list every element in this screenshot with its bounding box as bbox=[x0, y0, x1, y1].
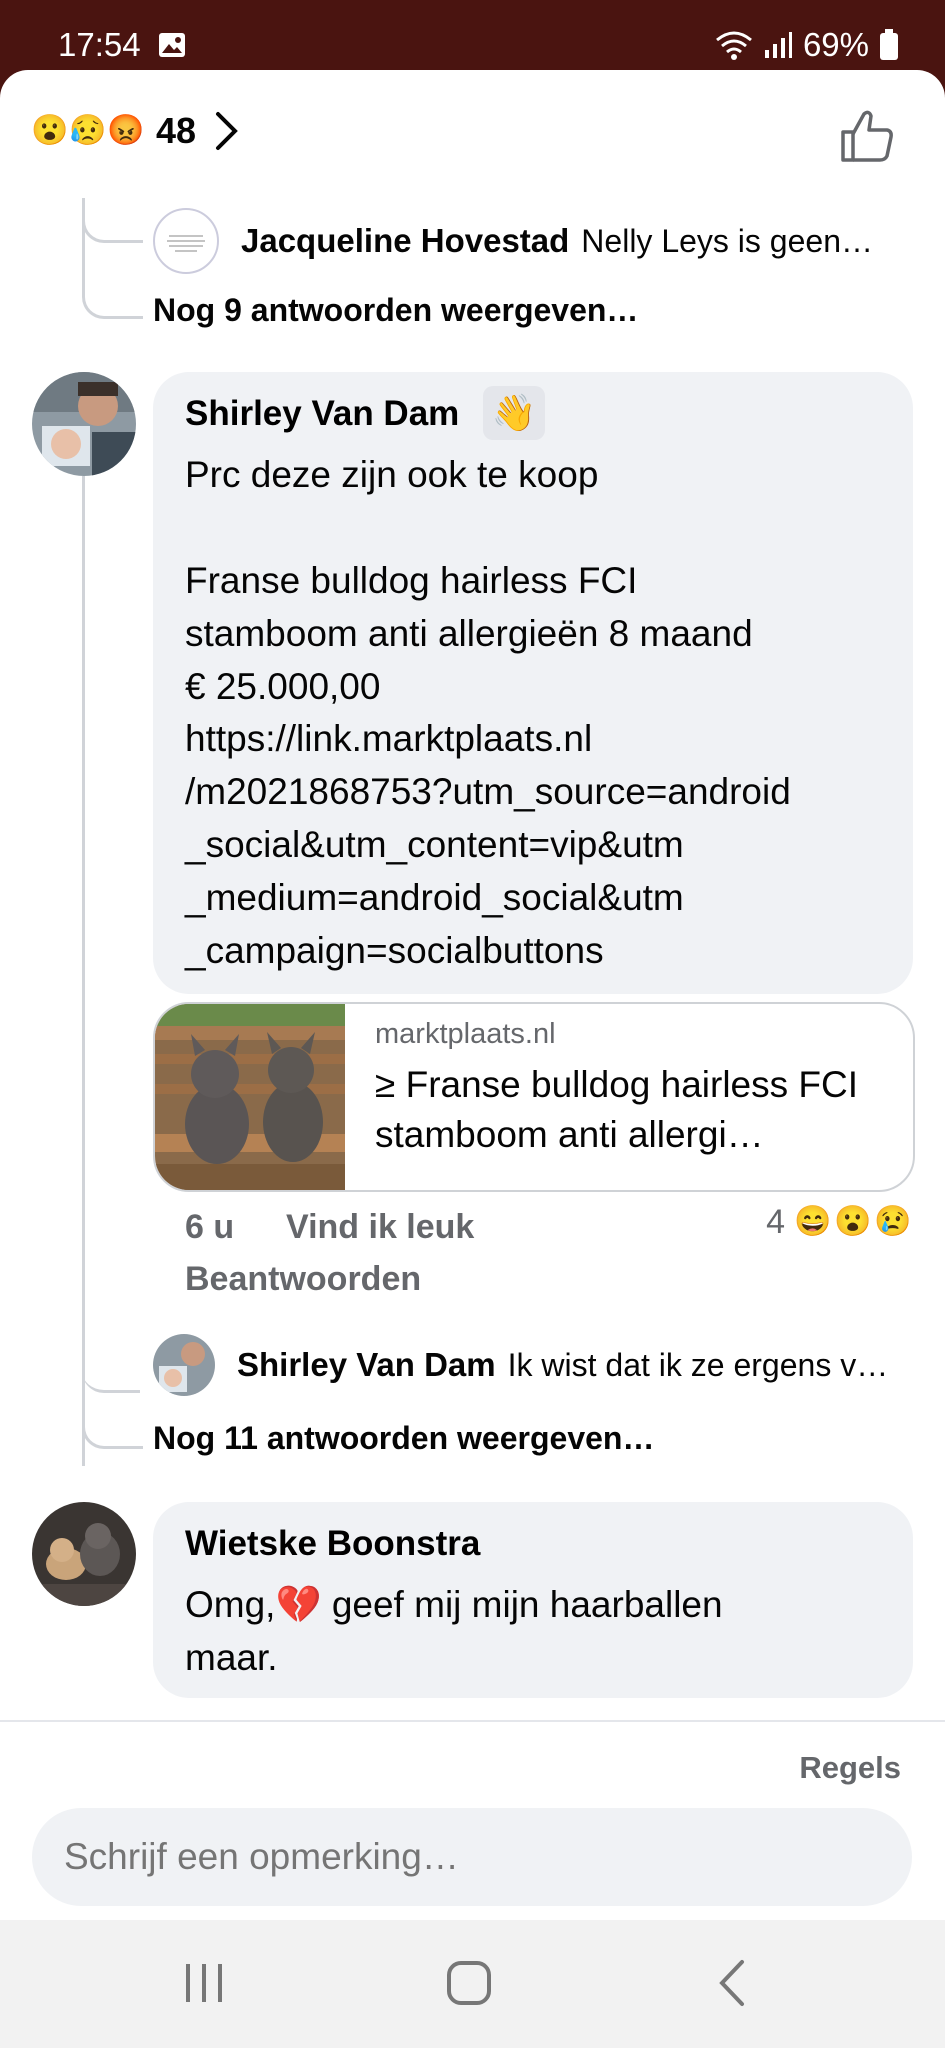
thread-connector bbox=[82, 1360, 140, 1393]
comment-input[interactable] bbox=[32, 1808, 912, 1906]
comment-bubble[interactable]: Wietske Boonstra Omg,💔 geef mij mijn haa… bbox=[153, 1502, 913, 1698]
battery-percent: 69% bbox=[802, 26, 869, 63]
bulldog-photo bbox=[155, 1004, 345, 1190]
signal-icon bbox=[764, 32, 792, 58]
comment-composer: Regels bbox=[0, 1720, 945, 1920]
comment-text: Omg,💔 geef mij mijn haarballen maar. bbox=[185, 1578, 723, 1684]
comment-text-start: Omg, bbox=[185, 1584, 276, 1625]
battery-icon bbox=[880, 29, 898, 60]
thread-connector bbox=[82, 220, 143, 243]
chevron-right-icon bbox=[216, 112, 238, 150]
system-nav-bar bbox=[0, 1920, 945, 2048]
avatar-text-image bbox=[167, 235, 205, 252]
commenter-name[interactable]: Wietske Boonstra bbox=[185, 1524, 480, 1564]
reply-jacqueline[interactable]: Jacqueline Hovestad Nelly Leys is geen… bbox=[153, 208, 873, 274]
reply-preview[interactable]: Nelly Leys is geen… bbox=[581, 223, 873, 260]
commenter-name[interactable]: Jacqueline Hovestad bbox=[241, 222, 569, 260]
comment-reactions[interactable]: 4 😄 😮 😢 bbox=[766, 1202, 913, 1242]
gallery-icon bbox=[159, 33, 185, 57]
link-title: ≥ Franse bulldog hairless FCI stamboom a… bbox=[375, 1064, 859, 1155]
cry-reaction-icon: 😢 bbox=[874, 1205, 912, 1238]
avatar[interactable] bbox=[32, 372, 136, 476]
reply-shirley[interactable]: Shirley Van Dam Ik wist dat ik ze ergens… bbox=[153, 1334, 888, 1396]
marktplaats-link[interactable]: https://link.marktplaats.nl /m2021868753… bbox=[185, 712, 791, 977]
avatar-photo bbox=[153, 1334, 215, 1396]
commenter-name[interactable]: Shirley Van Dam bbox=[237, 1346, 496, 1384]
wow-reaction-icon: 😮 bbox=[834, 1205, 872, 1238]
thread-line bbox=[82, 476, 85, 1466]
status-right: 69% bbox=[715, 26, 899, 64]
reaction-count: 48 bbox=[156, 110, 197, 151]
thread-connector bbox=[82, 1400, 143, 1449]
avatar[interactable] bbox=[32, 1502, 136, 1606]
reactions-summary[interactable]: 😮 😥 😡 48 bbox=[30, 110, 240, 152]
rules-link[interactable]: Regels bbox=[799, 1750, 901, 1786]
reaction-count: 4 bbox=[766, 1202, 785, 1241]
wave-badge-icon: 👋 bbox=[483, 386, 545, 440]
avatar[interactable] bbox=[153, 208, 219, 274]
haha-reaction-icon: 😄 bbox=[794, 1205, 832, 1238]
comments-sheet: 😮 😥 😡 48 Jacqueline Hovestad Nelly Leys … bbox=[0, 70, 945, 1920]
view-more-replies[interactable]: Nog 11 antwoorden weergeven… bbox=[153, 1420, 654, 1457]
avatar-photo bbox=[32, 1502, 136, 1606]
avatar-photo bbox=[32, 372, 136, 476]
comment-time: 6 u bbox=[185, 1208, 235, 1246]
wow-reaction-icon: 😮 bbox=[31, 114, 69, 147]
recent-apps-icon[interactable] bbox=[180, 1958, 228, 2008]
like-thumb-icon[interactable] bbox=[839, 108, 895, 164]
reply-button[interactable]: Beantwoorden bbox=[185, 1260, 421, 1299]
wifi-icon bbox=[715, 31, 752, 60]
like-button[interactable]: Vind ik leuk bbox=[286, 1208, 474, 1247]
back-icon[interactable] bbox=[712, 1958, 752, 2008]
avatar[interactable] bbox=[153, 1334, 215, 1396]
link-domain: marktplaats.nl bbox=[375, 1018, 556, 1050]
home-icon[interactable] bbox=[444, 1958, 494, 2008]
broken-heart-icon: 💔 bbox=[275, 1584, 322, 1625]
link-preview-card[interactable]: marktplaats.nl ≥ Franse bulldog hairless… bbox=[153, 1002, 915, 1192]
commenter-name[interactable]: Shirley Van Dam bbox=[185, 394, 459, 434]
sad-reaction-icon: 😥 bbox=[69, 114, 107, 147]
comment-bubble[interactable]: Shirley Van Dam 👋 Prc deze zijn ook te k… bbox=[153, 372, 913, 994]
angry-reaction-icon: 😡 bbox=[107, 114, 145, 147]
thread-connector bbox=[82, 246, 143, 319]
status-time: 17:54 bbox=[58, 26, 141, 63]
view-more-replies[interactable]: Nog 9 antwoorden weergeven… bbox=[153, 292, 638, 329]
reply-preview[interactable]: Ik wist dat ik ze ergens v… bbox=[508, 1347, 889, 1384]
comment-text: Prc deze zijn ook te koop Franse bulldog… bbox=[185, 454, 753, 707]
